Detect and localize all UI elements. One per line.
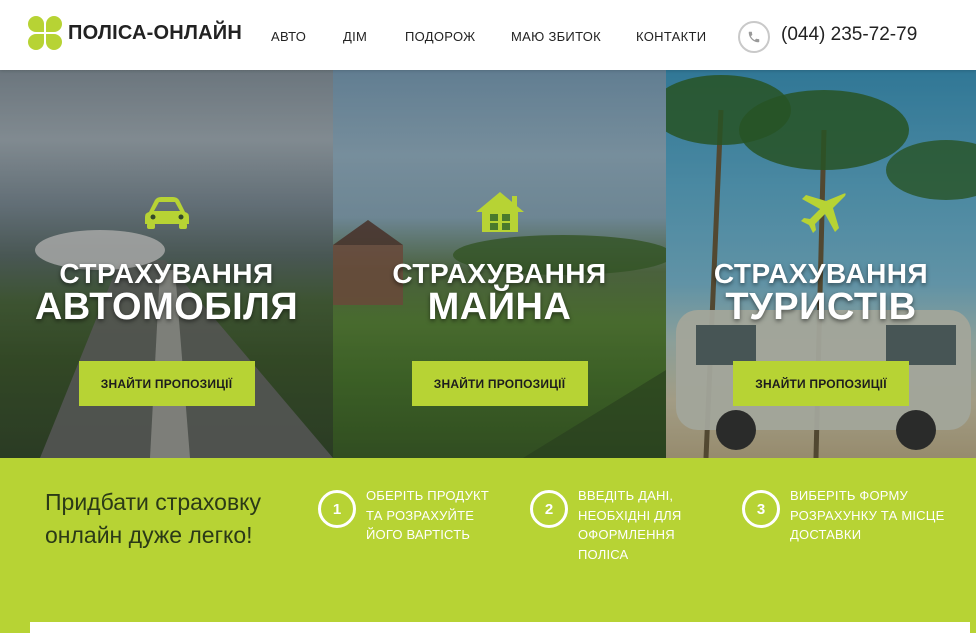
clover-logo-icon bbox=[28, 16, 62, 50]
step-number-badge: 2 bbox=[530, 490, 568, 528]
section-title: Придбати страховку онлайн дуже легко! bbox=[45, 489, 261, 548]
how-it-works-section: Придбати страховку онлайн дуже легко! 1 … bbox=[0, 458, 976, 633]
step-number-badge: 1 bbox=[318, 490, 356, 528]
panel-title-line2: ТУРИСТІВ bbox=[725, 286, 917, 328]
find-offers-button-property[interactable]: ЗНАЙТИ ПРОПОЗИЦІЇ bbox=[411, 361, 588, 406]
find-offers-button-auto[interactable]: ЗНАЙТИ ПРОПОЗИЦІЇ bbox=[78, 361, 255, 406]
step-text: ВИБЕРІТЬ ФОРМУ РОЗРАХУНКУ ТА МІСЦЕ ДОСТА… bbox=[790, 488, 945, 542]
panel-title-line2: АВТОМОБІЛЯ bbox=[34, 286, 299, 328]
nav-item-claim[interactable]: МАЮ ЗБИТОК bbox=[511, 29, 601, 44]
find-offers-button-travel[interactable]: ЗНАЙТИ ПРОПОЗИЦІЇ bbox=[733, 361, 909, 406]
panel-title-line2: МАЙНА bbox=[427, 286, 572, 328]
nav-item-auto[interactable]: АВТО bbox=[271, 29, 306, 44]
nav-item-home[interactable]: ДІМ bbox=[343, 29, 367, 44]
step-text: ОБЕРІТЬ ПРОДУКТ ТА РОЗРАХУЙТЕ ЙОГО ВАРТІ… bbox=[366, 488, 489, 542]
step-text: ВВЕДІТЬ ДАНІ, НЕОБХІДНІ ДЛЯ ОФОРМЛЕННЯ П… bbox=[578, 488, 682, 562]
nav-item-contacts[interactable]: КОНТАКТИ bbox=[636, 29, 706, 44]
nav-item-travel[interactable]: ПОДОРОЖ bbox=[405, 29, 475, 44]
panel-property: СТРАХУВАННЯ МАЙНА ЗНАЙТИ ПРОПОЗИЦІЇ bbox=[333, 70, 666, 458]
car-icon bbox=[144, 197, 189, 229]
step-3: 3 ВИБЕРІТЬ ФОРМУ РОЗРАХУНКУ ТА МІСЦЕ ДОС… bbox=[742, 486, 962, 545]
phone-number[interactable]: (044) 235-72-79 bbox=[781, 24, 917, 46]
panel-auto: СТРАХУВАННЯ АВТОМОБІЛЯ ЗНАЙТИ ПРОПОЗИЦІЇ bbox=[0, 70, 333, 458]
step-1: 1 ОБЕРІТЬ ПРОДУКТ ТА РОЗРАХУЙТЕ ЙОГО ВАР… bbox=[318, 486, 508, 545]
content-card-top bbox=[30, 622, 970, 633]
step-number-badge: 3 bbox=[742, 490, 780, 528]
house-icon bbox=[475, 192, 524, 232]
phone-icon[interactable] bbox=[738, 21, 770, 53]
panel-travel: СТРАХУВАННЯ ТУРИСТІВ ЗНАЙТИ ПРОПОЗИЦІЇ bbox=[666, 70, 976, 458]
logo-text: ПОЛІСА-ОНЛАЙН bbox=[68, 21, 242, 44]
site-header: ПОЛІСА-ОНЛАЙН АВТО ДІМ ПОДОРОЖ МАЮ ЗБИТО… bbox=[0, 0, 976, 70]
airplane-icon bbox=[801, 193, 846, 233]
logo[interactable]: ПОЛІСА-ОНЛАЙН bbox=[28, 16, 242, 50]
step-2: 2 ВВЕДІТЬ ДАНІ, НЕОБХІДНІ ДЛЯ ОФОРМЛЕННЯ… bbox=[530, 486, 710, 564]
